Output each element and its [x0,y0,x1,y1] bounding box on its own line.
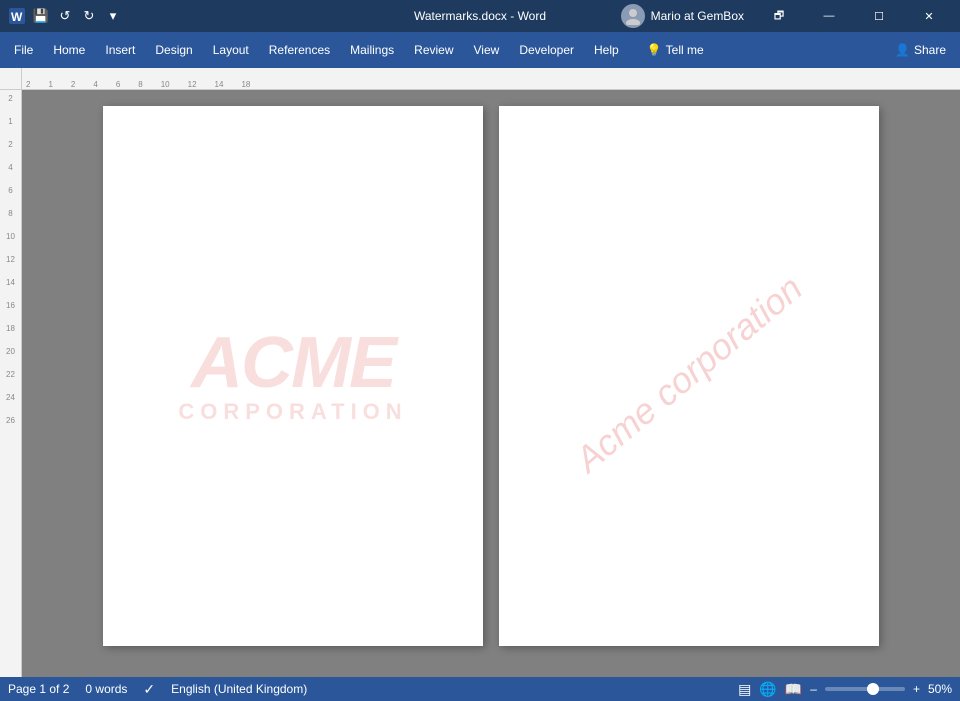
tell-me-input[interactable]: 💡 Tell me [637,39,714,61]
menu-review[interactable]: Review [404,37,463,63]
watermark-corp-text: CORPORATION [178,399,407,425]
tell-me-label: Tell me [666,43,704,57]
horizontal-ruler: 2 1 2 4 6 8 10 12 14 18 [0,68,960,90]
share-label: Share [914,43,946,57]
app-icon: W [8,7,26,25]
zoom-slider[interactable] [825,687,905,691]
menu-references[interactable]: References [259,37,340,63]
proofing-icon[interactable]: ✓ [143,681,155,698]
view-web-icon[interactable]: 🌐 [759,681,776,698]
svg-text:W: W [11,10,23,24]
zoom-out-icon[interactable]: – [810,682,817,696]
menu-developer[interactable]: Developer [509,37,584,63]
lightbulb-icon: 💡 [647,43,662,57]
vertical-ruler: 2 1 2 4 6 8 10 12 14 16 18 20 22 24 26 [0,90,22,677]
redo-icon[interactable]: ↻ [80,7,98,25]
menu-help[interactable]: Help [584,37,629,63]
document-title: Watermarks.docx [414,9,507,23]
restore-button[interactable]: 🗗 [756,0,802,32]
title-bar-left: W 💾 ↺ ↻ ▾ [8,7,122,25]
zoom-level[interactable]: 50% [928,682,952,696]
user-area[interactable]: Mario at GemBox [613,2,752,30]
title-bar: W 💾 ↺ ↻ ▾ Watermarks.docx - Word Mario a… [0,0,960,32]
view-normal-icon[interactable]: ▤ [738,681,751,698]
menu-view[interactable]: View [464,37,510,63]
menu-home[interactable]: Home [43,37,95,63]
title-separator: - [510,9,517,23]
ruler-corner [0,68,22,90]
zoom-in-icon[interactable]: + [913,682,920,696]
minimize-button[interactable]: — [806,0,852,32]
avatar [621,4,645,28]
save-icon[interactable]: 💾 [32,7,50,25]
word-count: 0 words [85,682,127,696]
share-button[interactable]: 👤 Share [885,39,956,61]
view-read-icon[interactable]: 📖 [785,681,802,698]
page-1: ACME CORPORATION [103,106,483,646]
menu-insert[interactable]: Insert [95,37,145,63]
zoom-thumb [867,683,879,695]
quickaccess-dropdown-icon[interactable]: ▾ [104,7,122,25]
app-name: Word [518,9,546,23]
watermark-page2: Acme corporation [567,267,810,481]
status-bar: Page 1 of 2 0 words ✓ English (United Ki… [0,677,960,701]
page-info: Page 1 of 2 [8,682,69,696]
page-2: Acme corporation [499,106,879,646]
ruler-ticks: 2 1 2 4 6 8 10 12 14 18 [22,68,268,89]
menu-mailings[interactable]: Mailings [340,37,404,63]
watermark-page1: ACME CORPORATION [178,327,407,425]
menu-file[interactable]: File [4,37,43,63]
menu-bar: File Home Insert Design Layout Reference… [0,32,960,68]
undo-icon[interactable]: ↺ [56,7,74,25]
maximize-button[interactable]: ☐ [856,0,902,32]
watermark-acme-text: ACME [191,327,395,399]
title-bar-center: Watermarks.docx - Word [414,9,546,23]
menu-design[interactable]: Design [145,37,202,63]
title-bar-right: Mario at GemBox 🗗 — ☐ ✕ [613,0,952,32]
close-button[interactable]: ✕ [906,0,952,32]
language[interactable]: English (United Kingdom) [171,682,307,696]
person-icon: 👤 [895,43,910,57]
user-name: Mario at GemBox [651,9,744,23]
status-bar-right: ▤ 🌐 📖 – + 50% [738,681,952,698]
main-area: 2 1 2 4 6 8 10 12 14 16 18 20 22 24 26 A… [0,90,960,677]
menu-layout[interactable]: Layout [203,37,259,63]
document-area[interactable]: ACME CORPORATION Acme corporation [22,90,960,677]
